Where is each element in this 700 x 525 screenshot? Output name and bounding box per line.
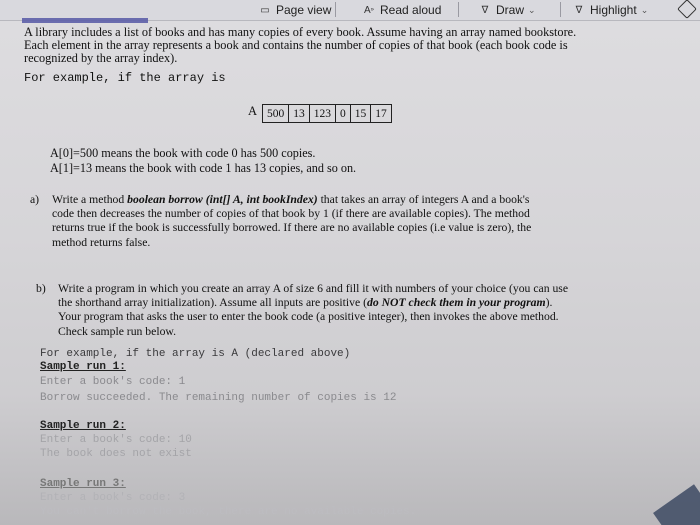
sample-run-line: You can't borrow the book, there are no … [40, 506, 417, 518]
chevron-down-icon[interactable]: ⌄ [528, 5, 536, 16]
sample-run-1-title: Sample run 1: [40, 361, 126, 373]
part-b-text: ). [545, 296, 553, 310]
part-b: b) Write a program in which you create an… [36, 282, 568, 339]
explanation-line: A[1]=13 means the book with code 1 has 1… [50, 161, 357, 175]
part-a-marker: a) [30, 193, 40, 206]
sample-run-line: The book does not exist [40, 448, 192, 460]
array-cell: 123 [308, 104, 337, 123]
toolbar-divider [458, 2, 459, 17]
array-cell: 15 [349, 104, 372, 123]
array-cell: 0 [335, 104, 351, 123]
read-aloud-icon: A» [363, 4, 374, 16]
array-table: 500 13 123 0 15 17 [261, 104, 392, 123]
highlight-label: Highlight [590, 3, 637, 17]
page-view-label: Page view [276, 3, 332, 17]
highlight-marker-icon: ∇ [575, 4, 583, 16]
part-a-line: method returns false. [52, 235, 151, 249]
part-a-line: code then decreases the number of copies… [52, 207, 530, 221]
part-b-text: Write a program in which you create an a… [58, 282, 569, 295]
read-aloud-button[interactable]: A» Read aloud [362, 1, 441, 19]
draw-pen-icon: ∇ [481, 4, 489, 16]
sample-run-line: Enter a book's code: 1 [40, 376, 186, 388]
highlight-button[interactable]: ∇ Highlight ⌄ [572, 1, 649, 19]
chevron-down-icon[interactable]: ⌄ [641, 5, 649, 16]
part-b-line: Your program that asks the user to enter… [58, 310, 559, 324]
read-aloud-label: Read aloud [380, 3, 442, 17]
page-view-button[interactable]: ▭ Page view [258, 1, 331, 19]
toolbar-divider [335, 2, 336, 17]
document-page: ▭ Page view A» Read aloud ∇ Draw ⌄ ∇ Hig… [0, 0, 700, 525]
page-view-icon: ▭ [260, 4, 270, 16]
sample-run-line: Borrow succeeded. The remaining number o… [40, 392, 397, 404]
method-signature: boolean borrow (int[] A, int bookIndex) [127, 193, 318, 206]
part-a-text: Write a method [52, 193, 128, 206]
part-b-line: Check sample run below. [58, 324, 177, 338]
heading-highlight-strip [22, 18, 148, 23]
part-a-line: returns true if the book is successfully… [52, 221, 532, 235]
sample-intro: For example, if the array is A (declared… [40, 348, 351, 360]
array-cell: 17 [370, 104, 392, 123]
sample-run-line: Enter a book's code: 3 [40, 492, 186, 504]
part-b-text: the shorthand array initialization). Ass… [58, 296, 367, 310]
explanation-line: A[0]=500 means the book with code 0 has … [50, 146, 316, 160]
draw-button[interactable]: ∇ Draw ⌄ [478, 1, 536, 19]
part-a-text: that takes an array of integers A and a … [317, 193, 530, 206]
eraser-icon[interactable] [677, 0, 697, 19]
array-label: A [248, 104, 258, 118]
array-explanation: A[0]=500 means the book with code 0 has … [50, 146, 356, 176]
intro-paragraph: A library includes a list of books and h… [24, 26, 576, 65]
part-a: a) Write a method boolean borrow (int[] A… [30, 193, 531, 250]
array-cell: 13 [288, 104, 310, 123]
sample-run-2-title: Sample run 2: [40, 420, 126, 432]
array-cell: 500 [261, 104, 290, 123]
screen-corner-shadow [653, 484, 700, 525]
part-b-marker: b) [36, 282, 46, 295]
draw-label: Draw [496, 3, 525, 17]
sample-run-line: Enter a book's code: 10 [40, 434, 192, 446]
sample-run-3-title: Sample run 3: [40, 478, 126, 490]
toolbar-divider [560, 2, 561, 17]
emphasis-text: do NOT check them in your program [367, 296, 546, 310]
intro-line: recognized by the array index). [24, 51, 178, 65]
example-line: For example, if the array is [24, 71, 226, 85]
